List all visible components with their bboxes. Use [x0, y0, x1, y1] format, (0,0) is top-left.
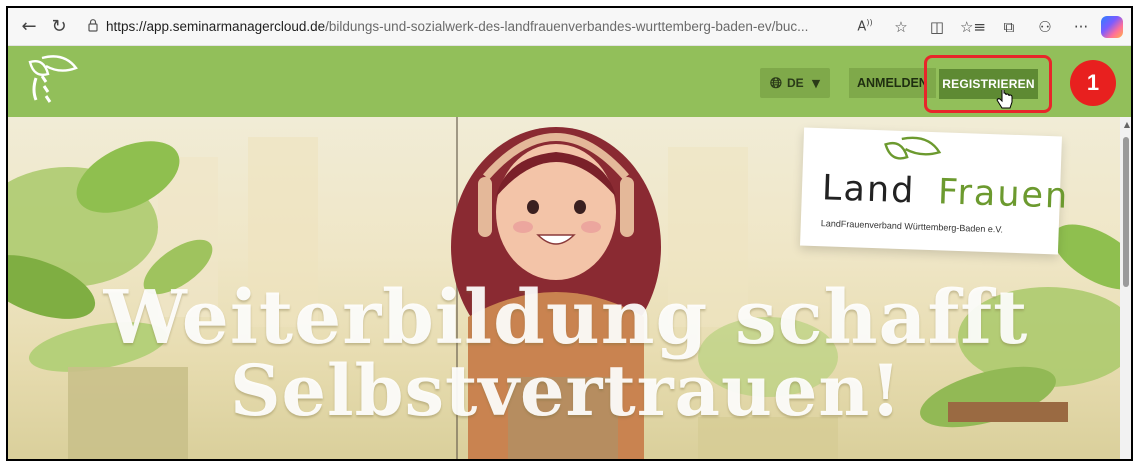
favorites-icon[interactable]: ☆≡	[957, 12, 989, 42]
lock-icon[interactable]	[86, 18, 100, 35]
hand-cursor-icon	[996, 87, 1014, 117]
page-scrollbar[interactable]: ▲	[1120, 117, 1131, 459]
address-bar[interactable]: https://app.seminarmanagercloud.de/bildu…	[106, 19, 808, 34]
collections-icon[interactable]: ⧉	[993, 12, 1025, 42]
more-icon[interactable]: ···	[1065, 12, 1097, 42]
hero-headline-line2: Selbstvertrauen!	[229, 349, 903, 432]
extensions-icon[interactable]: ⚇	[1029, 12, 1061, 42]
url-path: /bildungs-und-sozialwerk-des-landfrauenv…	[325, 19, 809, 34]
annotation-step-badge: 1	[1070, 60, 1116, 106]
globe-icon: 🌐︎	[770, 74, 783, 92]
logo-frauen-text: Frauen	[937, 172, 1070, 217]
scroll-up-icon[interactable]: ▲	[1124, 120, 1130, 129]
url-host: https://app.seminarmanagercloud.de	[106, 19, 326, 34]
site-header: 🌐︎ DE ▼ ANMELDEN REGISTRIEREN 1	[8, 46, 1131, 117]
language-label: DE	[787, 76, 804, 90]
favorite-icon[interactable]: ☆	[885, 12, 917, 42]
read-aloud-icon[interactable]: A))	[849, 12, 881, 42]
chevron-down-icon: ▼	[811, 76, 821, 90]
login-button[interactable]: ANMELDEN	[849, 68, 936, 98]
landfrauen-logo-card: Land Frauen LandFrauenverband Württember…	[800, 127, 1070, 255]
language-selector[interactable]: 🌐︎ DE ▼	[760, 68, 831, 98]
browser-toolbar: ← ↻ https://app.seminarmanagercloud.de/b…	[8, 8, 1131, 46]
hero-banner: Land Frauen LandFrauenverband Württember…	[8, 117, 1124, 459]
logo-land-text: Land	[821, 168, 917, 212]
logo-subtitle: LandFrauenverband Württemberg-Baden e.V.	[820, 218, 1004, 235]
browser-window: ← ↻ https://app.seminarmanagercloud.de/b…	[6, 6, 1133, 461]
split-screen-icon[interactable]: ◫	[921, 12, 953, 42]
refresh-icon[interactable]: ↻	[44, 12, 74, 42]
back-icon[interactable]: ←	[14, 12, 44, 42]
annotation-highlight-box	[924, 55, 1052, 113]
copilot-icon[interactable]	[1101, 15, 1123, 38]
scrollbar-thumb[interactable]	[1123, 137, 1129, 287]
bee-logo-icon[interactable]	[20, 54, 84, 109]
